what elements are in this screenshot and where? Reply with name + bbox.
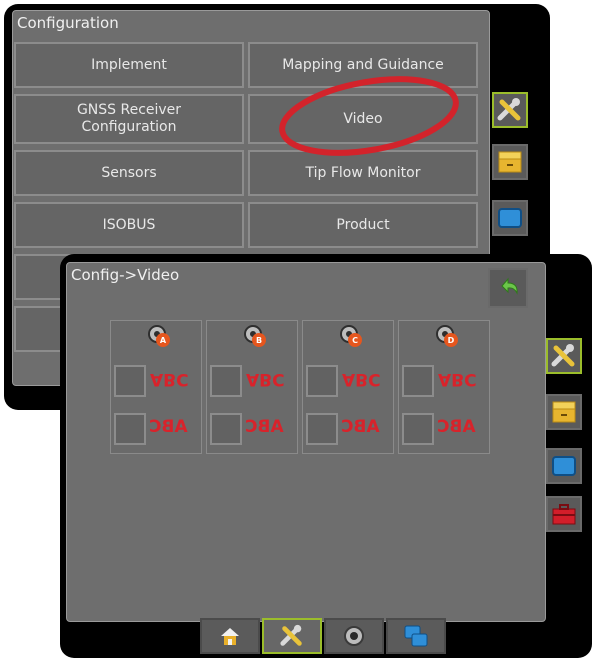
flip-horizontal-label: ABC [245,417,284,437]
video-config-screen: Config->Video A ABC ABC B ABC ABC C ABC … [60,254,592,658]
data-tab[interactable] [492,144,528,180]
flip-vertical-label: ABC [150,369,189,389]
mapping-guidance-button[interactable]: Mapping and Guidance [248,42,478,88]
toolbox-icon [552,504,576,525]
tools-tab[interactable] [492,92,528,128]
camera-badge-icon: A [148,325,170,347]
video-button[interactable]: Video [248,94,478,144]
camera-badge-letter: D [448,336,455,345]
screens-tab[interactable] [386,618,446,654]
back-button[interactable] [488,268,528,308]
mirror-checkbox[interactable] [210,413,242,445]
blue-screen-icon [552,456,576,476]
blue-screen-icon [498,208,522,228]
back-arrow-icon [501,277,518,295]
product-button[interactable]: Product [248,202,478,248]
flip-vertical-label: ABC [246,369,285,389]
sensors-button[interactable]: Sensors [14,150,244,196]
tip-flow-monitor-button[interactable]: Tip Flow Monitor [248,150,478,196]
flip-horizontal-label: ABC [437,417,476,437]
flip-vertical-label: ABC [438,369,477,389]
home-tab[interactable] [200,618,260,654]
isobus-button[interactable]: ISOBUS [14,202,244,248]
flip-vertical-label: ABC [342,369,381,389]
toolbox-tab[interactable] [546,496,582,532]
mirror-checkbox[interactable] [210,365,242,397]
blue-screens-icon [404,625,428,647]
flip-horizontal-label: ABC [341,417,380,437]
mirror-checkbox[interactable] [306,365,338,397]
tools-icon [551,344,575,367]
camera-badge-icon: B [244,325,266,347]
camera-column: A ABC ABC [110,320,202,454]
camera-column: B ABC ABC [206,320,298,454]
camera-column: C ABC ABC [302,320,394,454]
display-tab[interactable] [546,448,582,484]
page-title: Configuration [17,14,119,32]
flip-horizontal-label: ABC [149,417,188,437]
tools-icon [497,98,521,121]
display-tab[interactable] [492,200,528,236]
tools-tab[interactable] [546,338,582,374]
mirror-checkbox[interactable] [402,365,434,397]
camera-badge-icon: C [340,325,362,347]
file-cabinet-icon [498,151,522,173]
camera-icon [344,626,364,646]
mirror-checkbox[interactable] [114,413,146,445]
camera-column: D ABC ABC [398,320,490,454]
mirror-checkbox[interactable] [306,413,338,445]
camera-badge-icon: D [436,325,458,347]
file-cabinet-icon [552,401,576,423]
camera-badge-letter: A [160,336,167,345]
camera-badge-letter: B [256,336,262,345]
camera-tab[interactable] [324,618,384,654]
mirror-checkbox[interactable] [114,365,146,397]
tools-icon [280,624,302,646]
home-icon [221,628,239,645]
data-tab[interactable] [546,394,582,430]
camera-badge-letter: C [352,336,358,345]
tools-bottom-tab[interactable] [262,618,322,654]
page-title: Config->Video [71,266,180,284]
gnss-receiver-config-button[interactable]: GNSS Receiver Configuration [14,94,244,144]
implement-button[interactable]: Implement [14,42,244,88]
mirror-checkbox[interactable] [402,413,434,445]
